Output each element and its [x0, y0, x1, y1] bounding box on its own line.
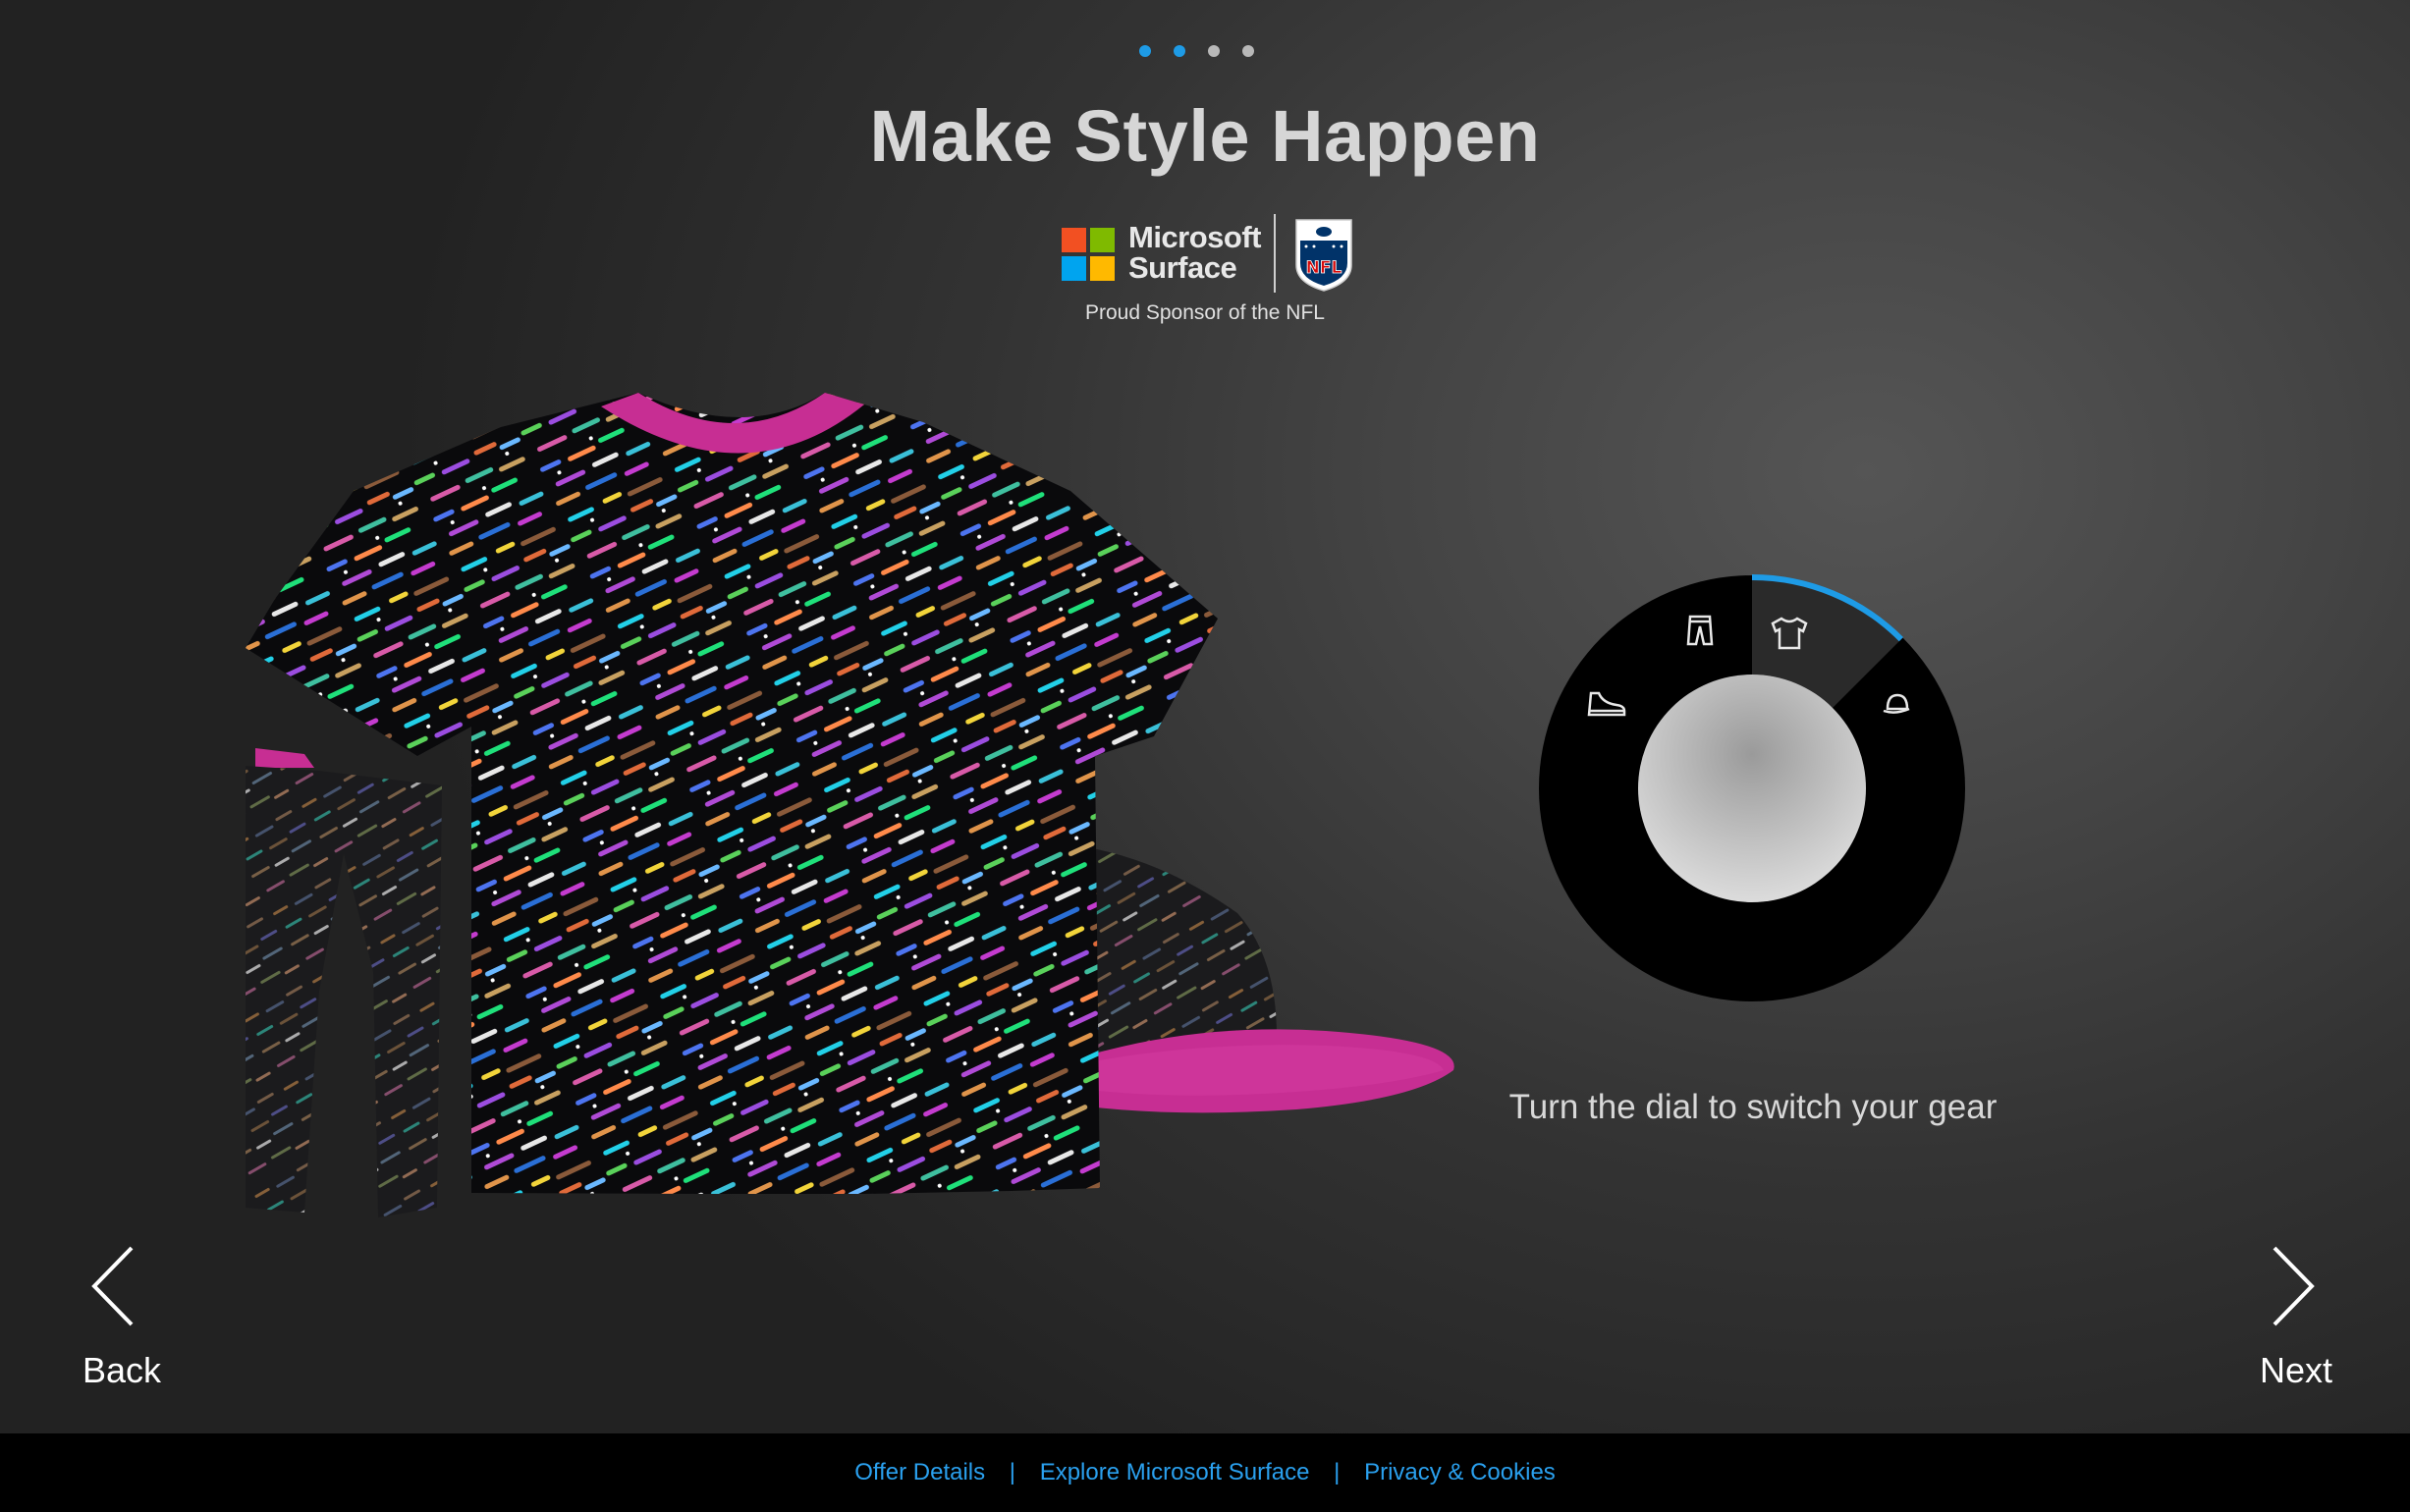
back-label: Back — [82, 1350, 162, 1390]
microsoft-logo — [1062, 228, 1115, 281]
dial-center-knob[interactable] — [1638, 675, 1866, 902]
next-button[interactable]: Next — [2229, 1242, 2357, 1399]
progress-dots — [1139, 45, 1254, 57]
logo-square-green — [1090, 228, 1115, 252]
footer-separator: | — [1334, 1459, 1341, 1485]
progress-dot[interactable] — [1174, 45, 1185, 57]
logo-square-blue — [1062, 256, 1086, 281]
chevron-right-icon — [2273, 1246, 2315, 1326]
footer-links: Offer Details | Explore Microsoft Surfac… — [0, 1459, 2410, 1486]
chevron-left-icon — [91, 1246, 134, 1326]
gear-dial[interactable] — [1536, 572, 1968, 1004]
explore-surface-link[interactable]: Explore Microsoft Surface — [1040, 1459, 1310, 1485]
sponsor-caption: Proud Sponsor of the NFL — [1085, 301, 1325, 324]
gear-illustration — [246, 393, 1454, 1217]
nfl-shield-logo: NFL — [1295, 219, 1352, 292]
privacy-cookies-link[interactable]: Privacy & Cookies — [1364, 1459, 1556, 1485]
offer-details-link[interactable]: Offer Details — [854, 1459, 985, 1485]
footer: Offer Details | Explore Microsoft Surfac… — [0, 1433, 2410, 1512]
brand-line-2: Surface — [1128, 250, 1237, 285]
pants-graphic — [246, 748, 442, 1217]
dial-instruction: Turn the dial to switch your gear — [1508, 1088, 1998, 1126]
progress-dot[interactable] — [1139, 45, 1151, 57]
nfl-wordmark: NFL — [1306, 258, 1342, 278]
footer-separator: | — [1009, 1459, 1016, 1485]
back-button[interactable]: Back — [59, 1242, 187, 1399]
next-label: Next — [2260, 1350, 2333, 1390]
microsoft-surface-wordmark: Microsoft Surface — [1128, 220, 1262, 285]
page-title: Make Style Happen — [869, 95, 1541, 177]
progress-dot[interactable] — [1242, 45, 1254, 57]
brand-divider — [1274, 214, 1276, 293]
progress-dot[interactable] — [1208, 45, 1220, 57]
brand-line-1: Microsoft — [1128, 220, 1262, 254]
logo-square-yellow — [1090, 256, 1115, 281]
logo-square-red — [1062, 228, 1086, 252]
